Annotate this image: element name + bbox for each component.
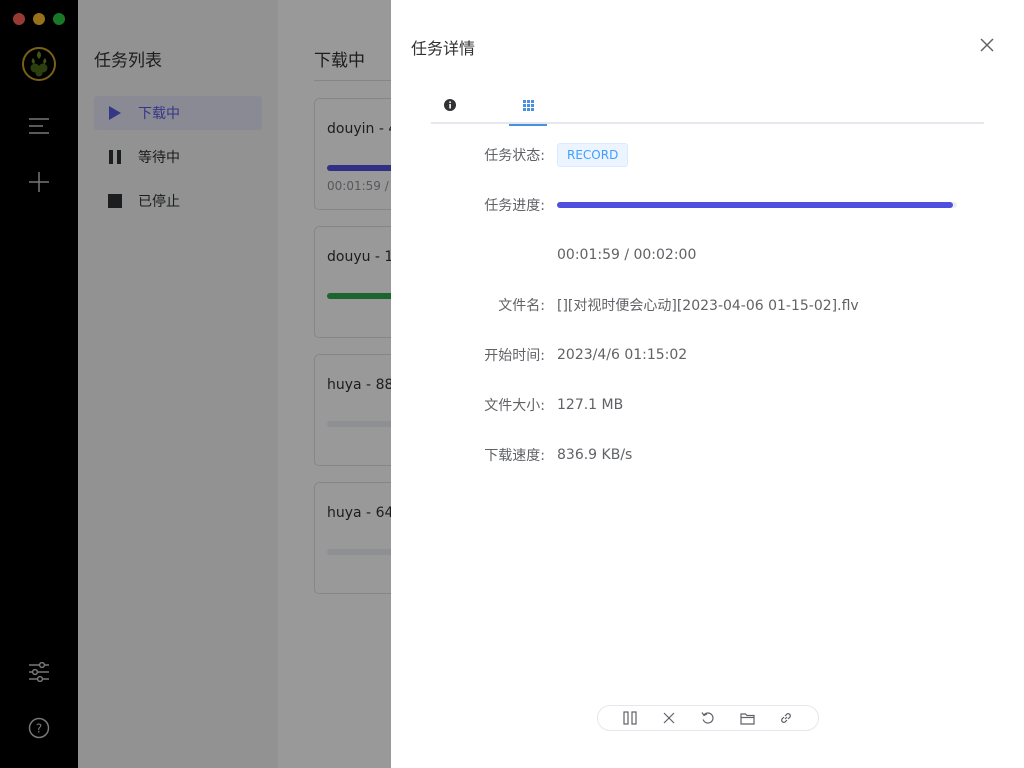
tab-info[interactable]	[431, 86, 469, 124]
start-time-row: 开始时间: 2023/4/6 01:15:02	[431, 343, 984, 367]
pause-icon[interactable]	[619, 707, 641, 729]
close-icon[interactable]	[658, 707, 680, 729]
drawer-title: 任务详情	[411, 39, 476, 58]
task-action-bar	[597, 705, 819, 731]
close-icon[interactable]	[976, 34, 998, 56]
filename-label: 文件名:	[498, 298, 545, 314]
progress-label: 任务进度:	[484, 198, 545, 214]
info-icon	[444, 96, 456, 115]
task-progress-bar	[557, 202, 957, 208]
progress-row: 任务进度:	[431, 193, 984, 217]
file-size-row: 文件大小: 127.1 MB	[431, 393, 984, 417]
detail-tabs	[431, 86, 984, 126]
retry-icon[interactable]	[697, 707, 719, 729]
status-row: 任务状态: RECORD	[431, 143, 984, 167]
filename-row: 文件名: [][对视时便会心动][2023-04-06 01-15-02].fl…	[431, 293, 984, 317]
speed-value: 836.9 KB/s	[557, 447, 633, 463]
speed-row: 下载速度: 836.9 KB/s	[431, 443, 984, 467]
time-value: 00:01:59 / 00:02:00	[557, 247, 697, 263]
status-label: 任务状态:	[484, 148, 545, 164]
filename-value: [][对视时便会心动][2023-04-06 01-15-02].flv	[557, 298, 859, 314]
tab-grid[interactable]	[509, 86, 547, 126]
link-icon[interactable]	[775, 707, 797, 729]
start-time-value: 2023/4/6 01:15:02	[557, 347, 688, 363]
speed-label: 下载速度:	[484, 448, 545, 464]
start-time-label: 开始时间:	[484, 348, 545, 364]
status-badge: RECORD	[557, 143, 629, 167]
task-progress-fill	[557, 202, 953, 208]
file-size-label: 文件大小:	[484, 398, 545, 414]
time-row: 00:01:59 / 00:02:00	[431, 243, 984, 267]
folder-icon[interactable]	[736, 707, 758, 729]
task-detail-drawer: 任务详情 任务状态: RECORD 任务进度: 00:01:59 / 00:02…	[391, 0, 1024, 768]
grid-icon	[522, 96, 534, 115]
file-size-value: 127.1 MB	[557, 397, 624, 413]
